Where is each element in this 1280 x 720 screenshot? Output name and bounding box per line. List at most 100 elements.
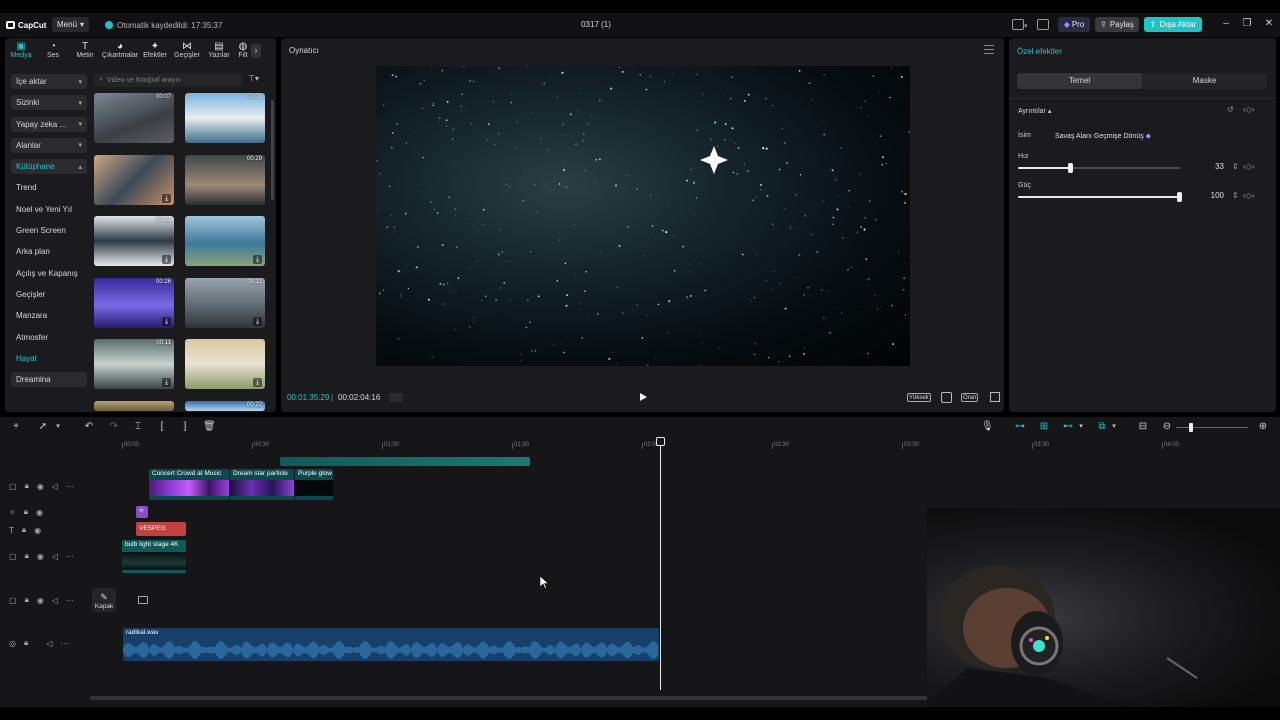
minimize-icon[interactable]: – [1218,16,1234,32]
more-icon[interactable]: ··· [60,639,68,648]
add-icon[interactable]: + [10,421,22,433]
category-item[interactable]: Alanlar ▾ [11,137,87,153]
video-clip-top[interactable] [280,457,530,466]
maximize-icon[interactable]: ❐ [1239,16,1255,32]
media-thumbnail[interactable]: ⤓ [185,216,265,266]
eye-icon[interactable]: ◉ [37,552,44,561]
playhead[interactable] [660,438,661,690]
eye-icon[interactable]: ◉ [36,508,43,517]
category-item[interactable]: Hayat [11,351,87,366]
power-value[interactable]: 100 [1194,189,1228,203]
play-icon[interactable] [638,392,648,402]
lock-icon[interactable]: 🔒︎ [25,595,29,605]
zoom-slider-handle[interactable] [1189,423,1193,432]
cover-button[interactable]: ✎ Kapak [92,588,116,612]
select-cursor-icon[interactable]: ➚ [37,421,49,433]
zoom-slider[interactable] [1176,423,1248,432]
tab-audio[interactable]: ◔ Ses [37,38,69,66]
category-item[interactable]: Açılış ve Kapanış [11,266,87,281]
playhead-handle[interactable] [656,437,665,446]
keyframe-icon[interactable]: ‹◇› [1243,105,1254,114]
clip-purple-glow[interactable]: Purple glow [295,469,333,500]
media-thumbnail[interactable]: ⤓ [185,339,265,389]
media-thumbnail[interactable]: 00:21 ⤓ [94,216,174,266]
power-slider-handle[interactable] [1177,192,1182,202]
media-thumbnail[interactable] [94,400,174,411]
chevron-down-icon[interactable]: ▾ [1075,421,1087,433]
category-item[interactable]: Atmosfer [11,330,87,345]
reset-icon[interactable]: ↺ [1227,105,1234,114]
audio-clip[interactable]: radikal.wav [123,628,659,661]
close-icon[interactable]: ✕ [1261,16,1277,32]
undo-icon[interactable]: ↶ [83,421,95,433]
text-clip[interactable]: VESPEG [136,522,186,536]
audio-icon[interactable]: ◁ [52,552,58,561]
category-item[interactable]: Geçişler [11,287,87,302]
scrollbar[interactable] [271,100,274,200]
media-thumbnail[interactable]: 00:09 [185,93,265,143]
tab-basic[interactable]: Temel [1017,73,1142,89]
download-icon[interactable]: ⤓ [162,193,171,203]
more-icon[interactable]: ··· [66,596,74,605]
media-thumbnail[interactable]: 00:22 [185,400,265,411]
lock-icon[interactable]: 🔒︎ [24,638,28,648]
layout-icon[interactable] [1012,19,1024,30]
zoom-in-icon[interactable]: ⊕ [1257,421,1269,433]
audio-icon[interactable]: ◁ [52,482,58,491]
pro-button[interactable]: ◆ Pro [1058,17,1090,32]
category-item[interactable]: Noel ve Yeni Yıl [11,202,87,217]
category-item[interactable]: Arka plan [11,244,87,259]
lock-icon[interactable]: 🔒︎ [24,507,28,517]
category-item[interactable]: İçe aktar ▾ [11,74,87,89]
quality-button[interactable]: Yüksek [907,393,931,402]
link-clips-icon[interactable]: ⊶ [1014,421,1026,433]
shortcuts-icon[interactable] [1037,19,1049,30]
trim-left-icon[interactable]: [ [156,421,168,433]
tab-captions[interactable]: ▤ Yazılar [203,38,235,66]
delete-icon[interactable]: 🗑 [203,421,216,433]
tab-transitions[interactable]: ⋈ Geçişler [171,38,203,66]
tab-media[interactable]: ▣ Medya [5,38,37,66]
track-view-icon[interactable]: ⊟ [1137,421,1149,433]
download-icon[interactable]: ⤓ [253,316,262,326]
timeline-scrollbar[interactable] [90,696,930,700]
audio-icon[interactable]: ◁ [52,596,58,605]
magnet-icon[interactable]: ⊞ [1038,421,1050,433]
audio-icon[interactable]: ◁ [46,639,52,648]
tab-mask[interactable]: Maske [1142,73,1267,89]
keyframe-icon[interactable]: ‹◇› [1243,162,1254,171]
category-item[interactable]: Dreamina [11,372,87,388]
project-title[interactable]: 0317 (1) [560,18,632,32]
media-thumbnail[interactable]: ⤓ [94,154,174,205]
tab-stickers[interactable]: ◕ Çıkartmalar [101,38,139,66]
ratio-button[interactable]: Oran [961,393,979,402]
media-thumbnail[interactable]: 00:29 [185,154,265,205]
keyframe-icon[interactable]: ‹◇› [1243,191,1254,200]
hamburger-menu-icon[interactable] [984,45,994,54]
video-preview[interactable] [376,66,910,366]
media-thumbnail[interactable]: 00:07 [94,93,174,143]
trim-right-icon[interactable]: ] [179,421,191,433]
timecode-toggle-icon[interactable] [389,393,403,402]
download-icon[interactable]: ⤓ [253,255,262,264]
eye-icon[interactable]: ◉ [34,526,41,535]
share-button[interactable]: ⇪ Paylaş [1095,17,1139,32]
eye-icon[interactable]: ◉ [37,482,44,491]
filter-button[interactable]: ⊤▾ [248,74,268,86]
category-item[interactable]: Kütüphane ▴ [11,159,87,175]
zoom-out-icon[interactable]: ⊖ [1161,421,1173,433]
speed-value[interactable]: 33 [1194,160,1228,174]
download-icon[interactable]: ⤓ [162,316,171,326]
tabs-next-icon[interactable]: › [251,44,261,58]
time-ruler[interactable]: 00:00 00:30 01:00 01:30 02:00 02:30 03:00 03:30… [120,439,1280,451]
clip-dream-star-particle[interactable]: Dream star particle [230,469,294,500]
clip-bulb-light-stage[interactable]: bulb light stage 4K [122,540,186,573]
preview-axis-icon[interactable]: ⊷ [1062,421,1074,433]
more-icon[interactable]: ··· [66,482,74,491]
microphone-icon[interactable]: 🎙 [981,421,994,433]
download-icon[interactable]: ⤓ [253,378,262,387]
auto-snap-icon[interactable]: ⧉ [1096,421,1108,433]
details-section-toggle[interactable]: Ayrıntılar ▴ [1018,107,1051,115]
media-thumbnail[interactable]: 00:11 ⤓ [185,277,265,328]
more-icon[interactable]: ··· [66,552,74,561]
